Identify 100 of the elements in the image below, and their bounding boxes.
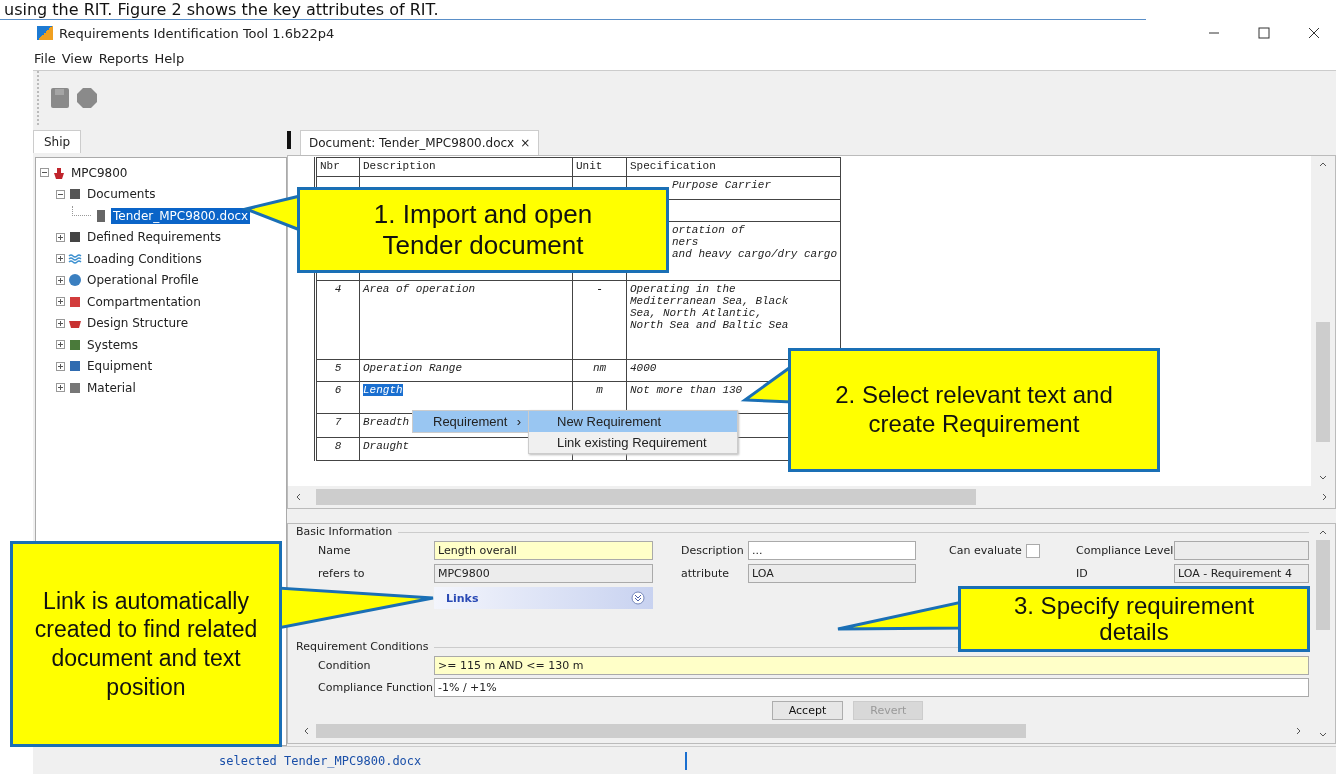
table-cell-text: ortation of ners and heavy cargo/dry cargo [671,224,838,260]
id-field[interactable]: LOA - Requirement 4 [1174,564,1309,583]
table-cell: 6 [334,384,342,396]
callout-box: 1. Import and open Tender document [297,187,669,273]
ship-icon [52,165,66,180]
description-field[interactable]: ... [748,541,916,560]
menu-item[interactable]: View [61,50,93,66]
field-label: refers to [318,567,366,580]
table-cell: m [596,384,603,396]
refers-to-field[interactable]: MPC9800 [434,564,653,583]
compliance-level-field[interactable] [1174,541,1309,560]
menu-item[interactable]: Link existing Requirement [529,432,737,453]
status-text: selected Tender_MPC9800.docx [218,753,423,768]
field-label: ID [1076,567,1089,580]
table-cell: 4 [334,283,342,295]
table-cell-text: Purpose Carrier [671,179,773,191]
collapse-toggle-icon[interactable] [56,189,65,199]
tree-item[interactable]: Design Structure [85,315,191,332]
table-cell: Operation Range [363,362,463,374]
waves-icon [68,251,82,266]
expand-toggle-icon[interactable] [56,318,65,328]
table-cell: 8 [334,440,342,452]
table-cell-text: 4000 [630,362,658,374]
tree-item[interactable]: Tender_MPC9800.docx [111,207,251,224]
name-field[interactable]: Length overall [434,541,653,560]
category-icon [68,337,82,352]
column-header: Unit [572,157,627,177]
condition-field[interactable]: >= 115 m AND <= 130 m [434,656,1309,675]
expand-toggle-icon[interactable] [56,383,65,393]
tree-item[interactable]: Compartmentation [85,293,203,310]
field-label: Description [681,544,745,557]
category-icon [68,359,82,374]
section-title: Basic Information [296,525,399,538]
stop-icon[interactable] [77,88,97,108]
tree-item[interactable]: Documents [85,186,158,203]
close-icon[interactable] [1308,27,1320,39]
accept-button[interactable]: Accept [771,701,844,720]
table-cell: Area of operation [363,283,476,295]
table-cell: Breadth [363,416,410,428]
table-cell: Draught [363,440,410,452]
close-tab-button[interactable]: × [520,136,531,150]
column-header: Specification [626,157,841,177]
expand-toggle-icon[interactable] [56,275,65,285]
field-label: Compliance Level [1076,544,1174,557]
expand-toggle-icon[interactable] [56,361,65,371]
scrollbar-thumb[interactable] [316,724,1026,738]
expand-toggle-icon[interactable] [56,297,65,307]
section-title: Requirement Conditions [296,640,435,653]
scrollbar-thumb[interactable] [1316,540,1330,630]
tree-item[interactable]: Equipment [85,358,155,375]
document-icon [94,208,108,223]
expand-toggle-icon[interactable] [56,340,65,350]
attribute-field[interactable]: LOA [748,564,916,583]
table-cell-text: Not more than 130 [630,384,744,396]
scrollbar-thumb[interactable] [1316,322,1330,442]
window-title: Requirements Identification Tool 1.6b22p4 [59,25,335,41]
table-cell-text: Operating in the Mediterranean Sea, Black Sea, North Atlantic, North Sea and Baltic Sea [630,283,790,331]
column-header: Nbr [315,157,360,177]
callout-box: 2. Select relevant text and create Requirement [788,348,1160,472]
ship-tab[interactable]: Ship [33,130,82,153]
tree-item[interactable]: Material [85,379,138,396]
menu-item[interactable]: Requirement › [413,411,529,432]
menu-item[interactable]: New Requirement [529,411,737,432]
tree-item[interactable]: Loading Conditions [85,250,204,267]
tree-item[interactable]: Defined Requirements [85,229,224,246]
checkbox[interactable] [1026,543,1040,558]
table-cell: - [596,283,603,295]
expand-icon [631,591,645,605]
menu-item[interactable]: File [34,50,56,66]
tree-item[interactable]: MPC9800 [69,164,130,181]
app-logo-icon [37,26,53,40]
menu-item[interactable]: Reports [98,50,149,66]
category-icon [68,187,82,202]
callout-box: Link is automatically created to find related document and text position [10,541,282,747]
expand-toggle-icon[interactable] [56,232,65,242]
field-label: Can evaluate [949,544,1023,557]
table-cell: 7 [334,416,342,428]
table-cell: 5 [334,362,342,374]
column-header: Description [359,157,573,177]
category-icon [68,294,82,309]
callout-box: 3. Specify requirement details [958,586,1310,652]
scrollbar-thumb[interactable] [316,489,976,505]
menu-item[interactable]: Help [154,50,185,66]
globe-icon [68,273,82,288]
expand-toggle-icon[interactable] [56,254,65,264]
maximize-icon[interactable] [1258,27,1270,39]
field-label: attribute [681,567,730,580]
table-cell: nm [592,362,607,374]
document-tab[interactable]: Document: Tender_MPC9800.docx × [300,130,540,155]
collapse-toggle-icon[interactable] [40,168,49,178]
tree-item[interactable]: Operational Profile [85,272,201,289]
field-label: Condition [318,659,372,672]
selected-text: Length [363,384,403,396]
category-icon [68,230,82,245]
compliance-function-field[interactable]: -1% / +1% [434,678,1309,697]
field-label: Name [318,544,352,557]
category-icon [68,380,82,395]
field-label: Compliance Function [318,681,434,694]
links-panel-header[interactable]: Links [434,587,653,609]
tree-item[interactable]: Systems [85,336,140,353]
